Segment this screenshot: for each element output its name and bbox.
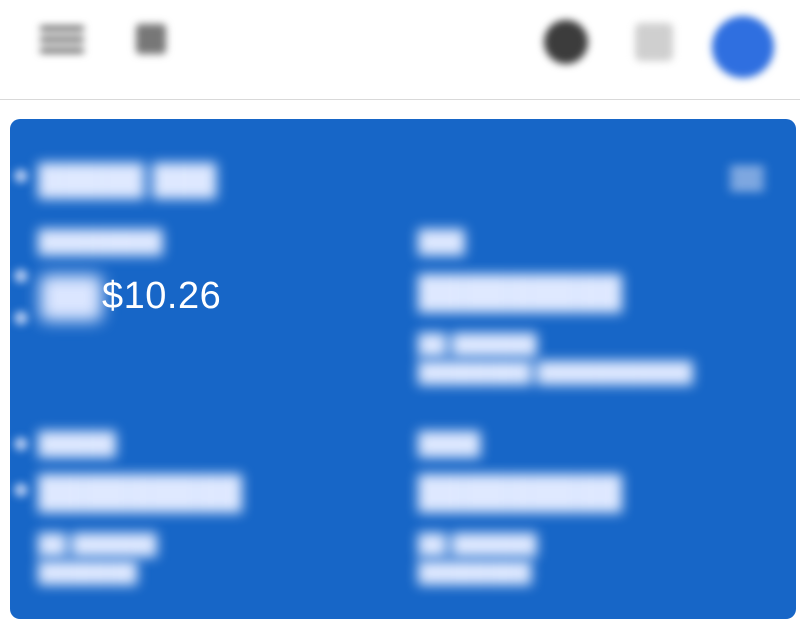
field-label-redacted: ███ — [418, 229, 465, 254]
field-subtext-redacted: ██ ██████ — [38, 534, 157, 556]
field-label-redacted: ████ — [418, 431, 481, 456]
add-icon[interactable] — [630, 18, 678, 66]
top-app-bar — [0, 0, 800, 100]
card-title-redacted: █████ ███ — [38, 164, 217, 197]
decorative-dot — [14, 437, 28, 451]
decorative-dot — [14, 169, 28, 183]
field-subtext-redacted: ██ ██████ — [418, 334, 537, 356]
decorative-dot — [14, 269, 28, 283]
field-subtext-redacted: ███████ — [38, 562, 138, 584]
currency-prefix-redacted — [40, 275, 102, 321]
billing-summary-card: █████ ███ ████████ $10.26 ███ ███████ ██ … — [10, 119, 796, 619]
decorative-dot — [14, 483, 28, 497]
field-value-redacted: █████████ — [418, 474, 623, 510]
help-icon[interactable] — [540, 16, 592, 68]
field-subtext-redacted: ████████ ███████████ — [418, 362, 693, 384]
account-avatar-icon[interactable] — [702, 6, 784, 88]
field-subtext-redacted: ██ ██████ — [418, 534, 537, 556]
card-overflow-menu-icon[interactable] — [730, 163, 764, 197]
apps-grid-icon[interactable] — [130, 18, 172, 60]
balance-amount: $10.26 — [102, 275, 222, 317]
field-value-redacted: █████████ — [38, 474, 243, 510]
field-label-redacted: ████████ — [38, 229, 163, 254]
hamburger-menu-icon[interactable] — [38, 22, 86, 56]
decorative-dot — [14, 311, 28, 325]
field-subtext-redacted: ████████ — [418, 562, 532, 584]
field-value-redacted: █████████ — [418, 274, 623, 310]
field-label-redacted: █████ — [38, 431, 116, 456]
